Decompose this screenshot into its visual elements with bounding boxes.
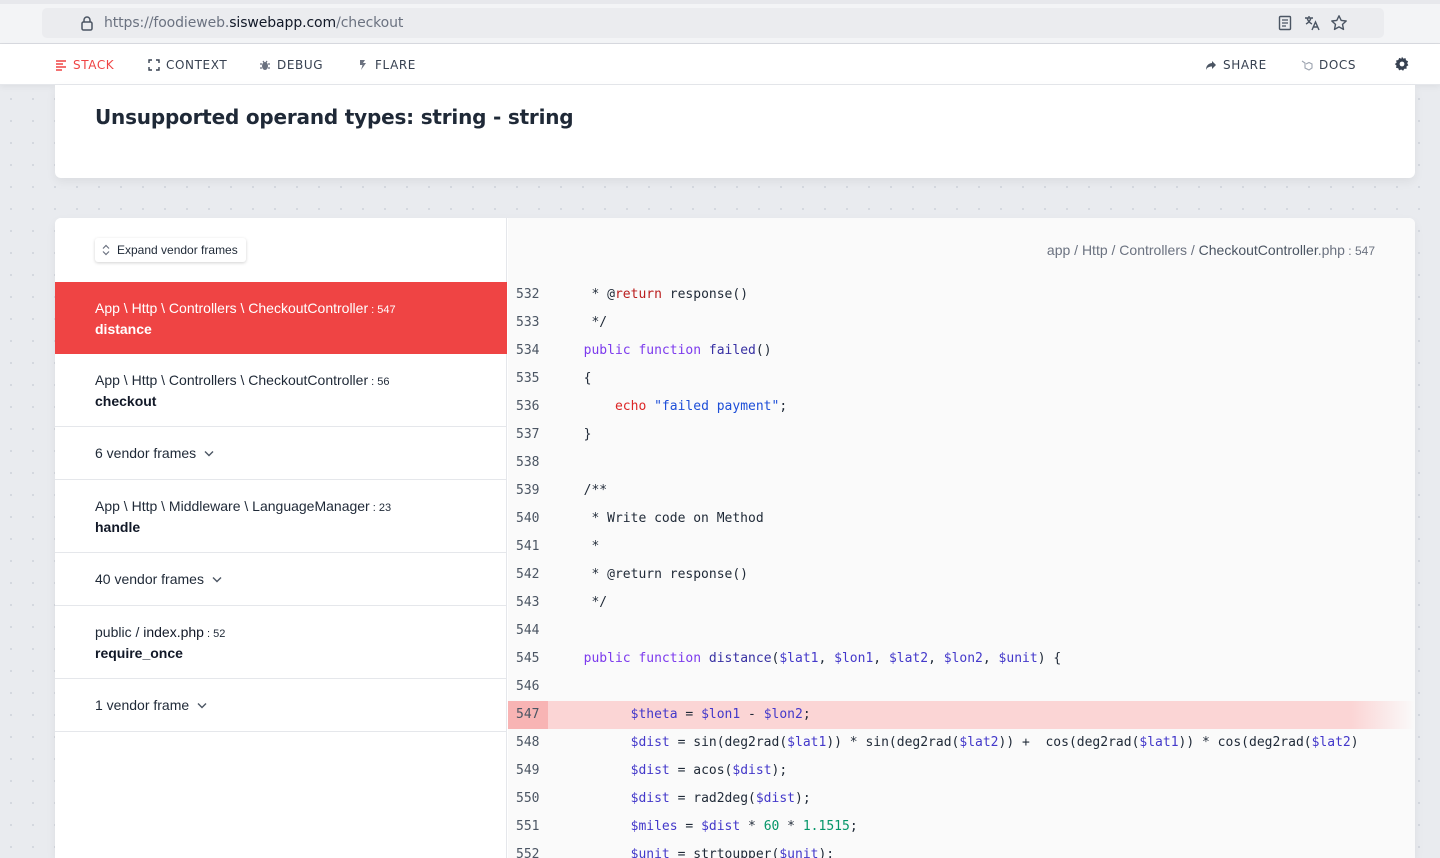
- nav-stack-tab[interactable]: STACK: [55, 57, 114, 73]
- stack-trace-panel: Expand vendor frames App \ Http \ Contro…: [55, 218, 1415, 858]
- nav-flare-tab[interactable]: FLARE: [357, 57, 416, 73]
- code-line[interactable]: 533 */: [508, 309, 1415, 337]
- expand-corners-icon: [148, 59, 160, 71]
- url-text[interactable]: https://foodieweb.siswebapp.com/checkout: [104, 15, 403, 31]
- code-line[interactable]: 532 * @return response(): [508, 281, 1415, 309]
- code-line[interactable]: 552 $unit = strtoupper($unit);: [508, 841, 1415, 858]
- code-line[interactable]: 551 $miles = $dist * 60 * 1.1515;: [508, 813, 1415, 841]
- code-line[interactable]: 549 $dist = acos($dist);: [508, 757, 1415, 785]
- frame-method: handle: [95, 519, 141, 535]
- nav-flare-label: FLARE: [375, 58, 416, 72]
- bookmark-star-icon[interactable]: [1330, 14, 1348, 32]
- nav-share-button[interactable]: SHARE: [1205, 57, 1267, 73]
- code-viewer: app / Http / Controllers / CheckoutContr…: [508, 218, 1415, 858]
- frame-path: public / index.php : 52: [95, 624, 226, 640]
- share-icon: [1206, 61, 1216, 70]
- frame-method: require_once: [95, 645, 183, 661]
- code-line[interactable]: 539 /**: [508, 477, 1415, 505]
- frame-path: App \ Http \ Controllers \ CheckoutContr…: [95, 300, 396, 316]
- address-bar[interactable]: https://foodieweb.siswebapp.com/checkout: [42, 8, 1384, 38]
- vendor-frames-toggle[interactable]: 40 vendor frames: [55, 553, 507, 606]
- error-page-nav: STACK CONTEXT DEBUG FLARE SHARE DOCS: [0, 44, 1440, 85]
- chevron-down-icon: [197, 702, 207, 708]
- nav-context-tab[interactable]: CONTEXT: [148, 57, 227, 73]
- nav-stack-label: STACK: [73, 58, 115, 72]
- error-message: Unsupported operand types: string - stri…: [95, 105, 574, 129]
- stack-list-icon: [56, 60, 66, 71]
- vendor-frames-toggle[interactable]: 1 vendor frame: [55, 679, 507, 732]
- nav-context-label: CONTEXT: [166, 58, 228, 72]
- code-line[interactable]: 541 *: [508, 533, 1415, 561]
- code-line[interactable]: 550 $dist = rad2deg($dist);: [508, 785, 1415, 813]
- frame-path: App \ Http \ Controllers \ CheckoutContr…: [95, 372, 390, 388]
- vendor-frames-label: 6 vendor frames: [95, 445, 197, 461]
- flare-icon: [360, 60, 366, 70]
- settings-gear-icon[interactable]: [1394, 56, 1410, 72]
- frame-method: distance: [95, 321, 152, 337]
- reader-view-icon[interactable]: [1276, 14, 1294, 32]
- nav-docs-button[interactable]: DOCS: [1301, 57, 1356, 73]
- code-line[interactable]: 535 {: [508, 365, 1415, 393]
- translate-icon[interactable]: [1303, 14, 1321, 32]
- code-line[interactable]: 534 public function failed(): [508, 337, 1415, 365]
- code-line[interactable]: 538: [508, 449, 1415, 477]
- stack-frame-selected[interactable]: App \ Http \ Controllers \ CheckoutContr…: [55, 282, 507, 354]
- vendor-frames-toggle[interactable]: 6 vendor frames: [55, 427, 507, 480]
- nav-share-label: SHARE: [1223, 58, 1267, 72]
- code-line[interactable]: 537 }: [508, 421, 1415, 449]
- frame-path: App \ Http \ Middleware \ LanguageManage…: [95, 498, 392, 514]
- file-breadcrumb[interactable]: app / Http / Controllers / CheckoutContr…: [1047, 242, 1375, 258]
- chevron-up-down-icon: [102, 244, 110, 256]
- lock-icon: [81, 16, 93, 31]
- chevron-down-icon: [212, 576, 222, 582]
- code-line[interactable]: 548 $dist = sin(deg2rad($lat1)) * sin(de…: [508, 729, 1415, 757]
- code-line[interactable]: 544: [508, 617, 1415, 645]
- code-line[interactable]: 546: [508, 673, 1415, 701]
- browser-toolbar: https://foodieweb.siswebapp.com/checkout: [0, 0, 1440, 44]
- stack-frame[interactable]: App \ Http \ Controllers \ CheckoutContr…: [55, 354, 507, 427]
- chevron-down-icon: [204, 450, 214, 456]
- code-snippet: 532 * @return response() 533 */ 534 publ…: [508, 281, 1415, 858]
- stack-frames-list: Expand vendor frames App \ Http \ Contro…: [55, 218, 507, 858]
- code-line[interactable]: 543 */: [508, 589, 1415, 617]
- nav-debug-tab[interactable]: DEBUG: [259, 57, 323, 73]
- code-line[interactable]: 536 echo "failed payment";: [508, 393, 1415, 421]
- code-line[interactable]: 542 * @return response(): [508, 561, 1415, 589]
- code-line-highlighted[interactable]: 547 $theta = $lon1 - $lon2;: [508, 701, 1415, 729]
- code-line[interactable]: 545 public function distance($lat1, $lon…: [508, 645, 1415, 673]
- expand-vendor-frames-button[interactable]: Expand vendor frames: [95, 238, 246, 262]
- error-message-panel: Unsupported operand types: string - stri…: [55, 85, 1415, 178]
- laravel-docs-icon: [1301, 60, 1313, 71]
- bug-icon: [260, 60, 270, 70]
- code-line[interactable]: 540 * Write code on Method: [508, 505, 1415, 533]
- nav-docs-label: DOCS: [1319, 58, 1357, 72]
- tab-strip-edge: [0, 0, 1440, 4]
- vendor-frames-label: 40 vendor frames: [95, 571, 204, 587]
- nav-debug-label: DEBUG: [277, 58, 324, 72]
- vendor-frames-label: 1 vendor frame: [95, 697, 190, 713]
- stack-frame[interactable]: public / index.php : 52 require_once: [55, 606, 507, 679]
- frame-method: checkout: [95, 393, 157, 409]
- expand-vendor-frames-label: Expand vendor frames: [117, 243, 238, 257]
- stack-frame[interactable]: App \ Http \ Middleware \ LanguageManage…: [55, 480, 507, 553]
